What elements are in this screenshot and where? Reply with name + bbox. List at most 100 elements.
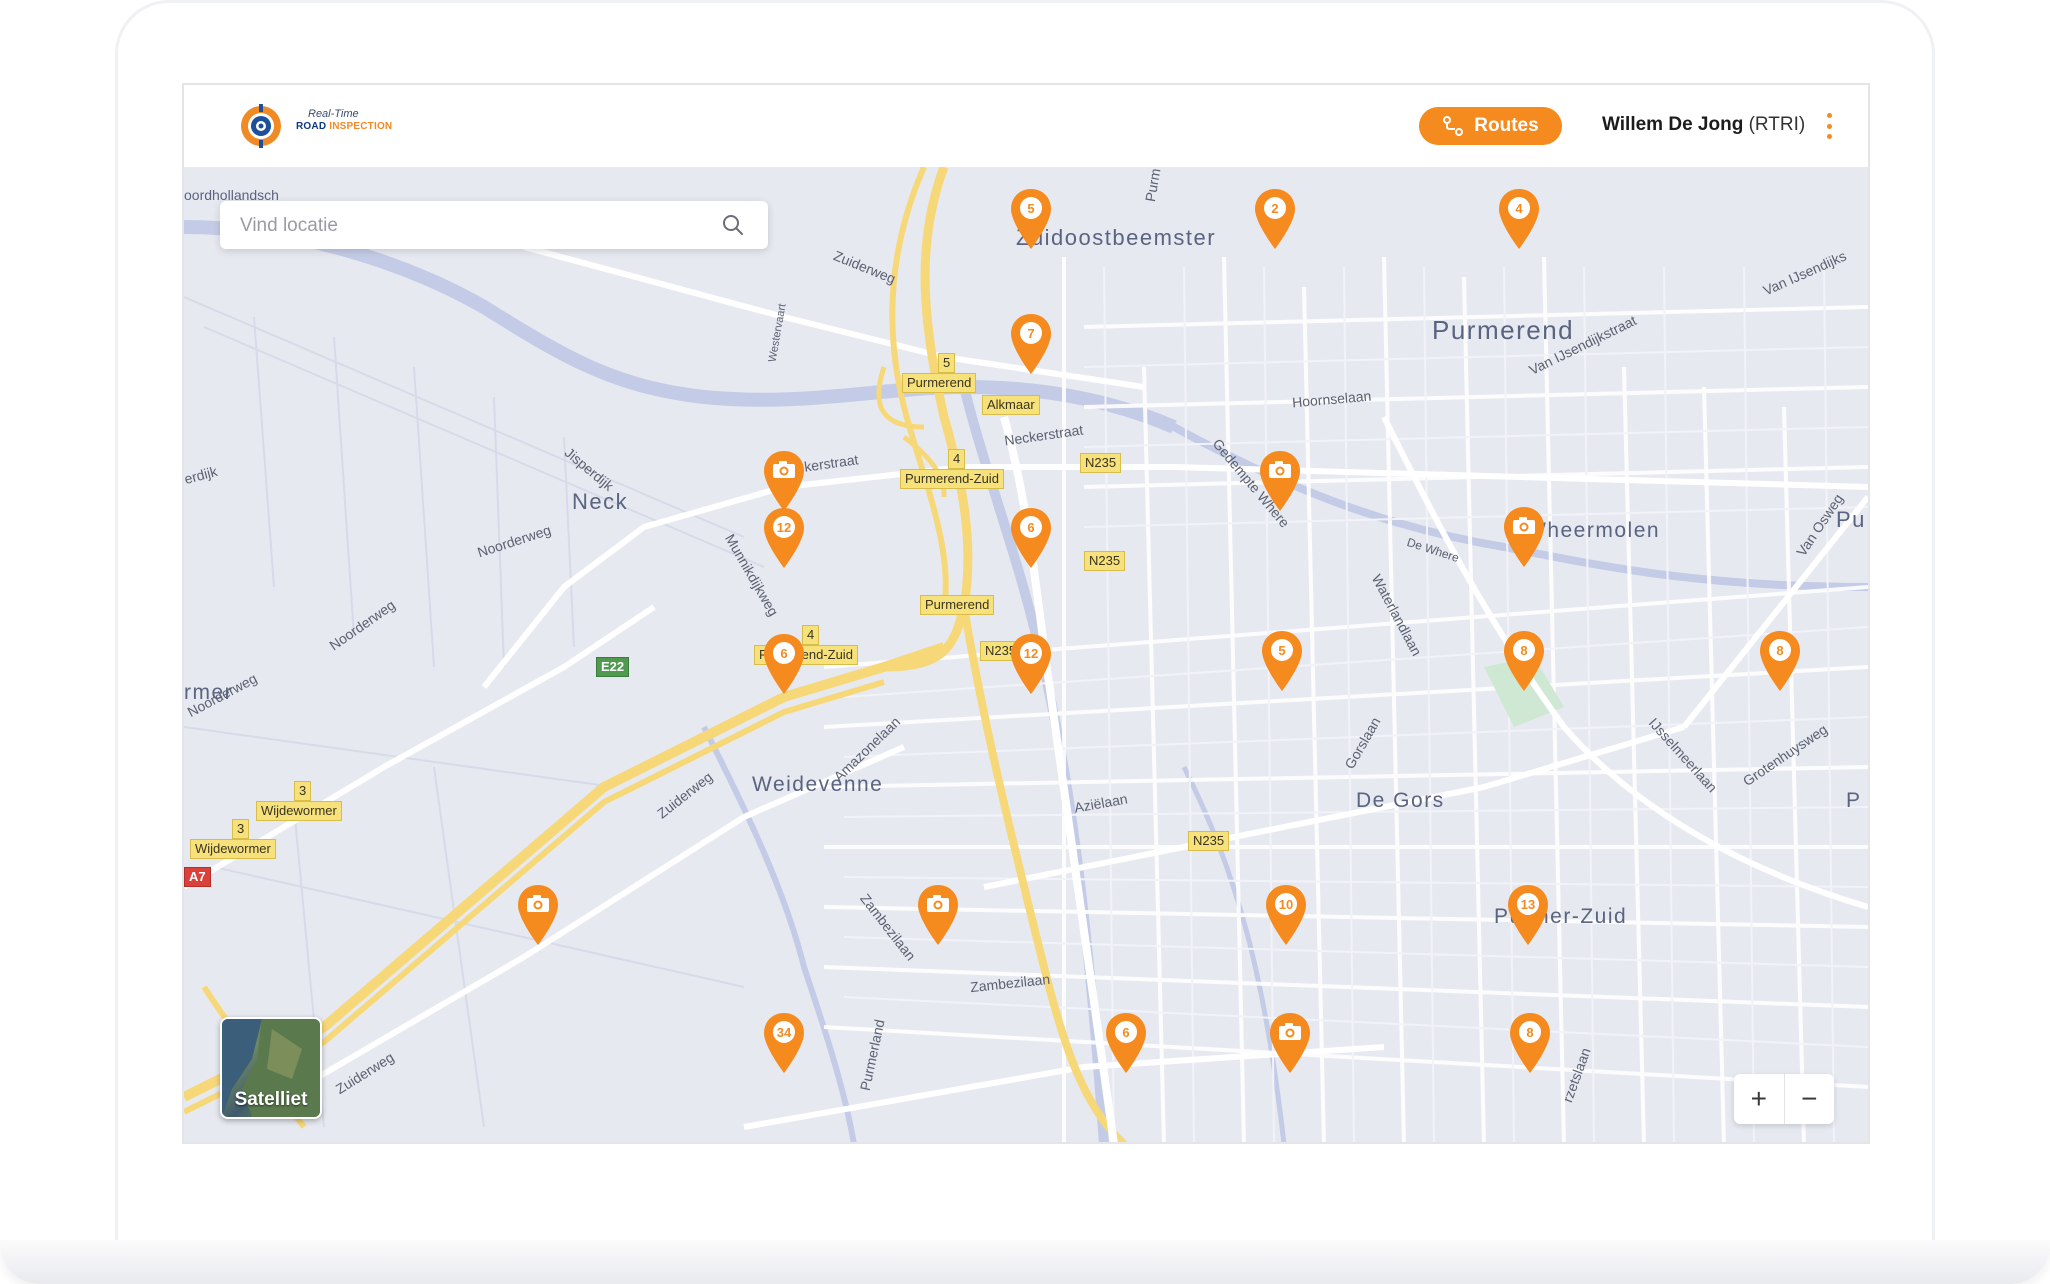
map-pin-icon xyxy=(1262,631,1302,691)
road-shield-purmerend-a: Purmerend xyxy=(902,373,977,393)
more-options-icon[interactable] xyxy=(1824,113,1834,139)
marker-count: 5 xyxy=(1027,201,1035,216)
map-marker-6-purmerend-zuid[interactable]: 6 xyxy=(762,634,806,694)
logo-wordmark: ROAD INSPECTION xyxy=(296,121,392,132)
road-shield-exit-3b: 3 xyxy=(232,819,250,839)
marker-count: 2 xyxy=(1271,201,1279,216)
map-marker-34[interactable]: 34 xyxy=(762,1013,806,1073)
road-shield-wijdewormer-b: Wijdewormer xyxy=(190,839,276,859)
map-pin-icon xyxy=(1499,189,1539,249)
location-search xyxy=(220,201,768,251)
marker-count: 8 xyxy=(1776,643,1784,658)
marker-count: 6 xyxy=(1122,1025,1130,1040)
app-window: Real-Time ROAD INSPECTION Routes Willem … xyxy=(182,83,1870,1144)
logo-icon xyxy=(241,104,281,148)
map-marker-4[interactable]: 4 xyxy=(1497,189,1541,249)
routes-button[interactable]: Routes xyxy=(1419,107,1562,145)
map-marker-7[interactable]: 7 xyxy=(1009,314,1053,374)
road-shield-exit-4a: 4 xyxy=(948,449,966,469)
logo-word-inspection: INSPECTION xyxy=(329,121,393,132)
map-marker-10[interactable]: 10 xyxy=(1264,885,1308,945)
road-shield-a7: A7 xyxy=(184,867,211,887)
road-shield-exit-5: 5 xyxy=(938,353,956,373)
map-pin-icon xyxy=(1255,189,1295,249)
road-shield-e22: E22 xyxy=(596,657,630,677)
marker-count: 12 xyxy=(776,520,792,535)
app-logo[interactable]: Real-Time ROAD INSPECTION xyxy=(238,103,418,149)
map-pin-icon xyxy=(1011,508,1051,568)
map-pin-icon xyxy=(1760,631,1800,691)
camera-marker-zuiderweg[interactable] xyxy=(516,885,560,945)
zoom-control: + − xyxy=(1734,1074,1834,1124)
place-label-purmerend: Purmerend xyxy=(1432,315,1575,345)
place-label-neck: Neck xyxy=(572,489,629,514)
road-shield-n235-d: N235 xyxy=(1188,831,1230,851)
place-label-pu: Pu xyxy=(1836,507,1866,532)
marker-count: 13 xyxy=(1520,897,1536,912)
map-marker-2[interactable]: 2 xyxy=(1253,189,1297,249)
user-role: (RTRI) xyxy=(1748,114,1806,135)
map-marker-6-purmerend[interactable]: 6 xyxy=(1009,508,1053,568)
road-shield-wijdewormer-a: Wijdewormer xyxy=(256,801,342,821)
map-pin-icon xyxy=(1011,634,1051,694)
map-marker-13[interactable]: 13 xyxy=(1506,885,1550,945)
map-marker-6-south[interactable]: 6 xyxy=(1104,1013,1148,1073)
map-marker-8-wheermolen[interactable]: 8 xyxy=(1502,631,1546,691)
map-pin-icon xyxy=(1508,885,1548,945)
camera-icon xyxy=(518,885,558,945)
user-menu[interactable]: Willem De Jong (RTRI) xyxy=(1602,114,1805,136)
satellite-toggle[interactable]: Satelliet xyxy=(220,1017,322,1119)
map-pin-icon xyxy=(1266,885,1306,945)
map-pin-icon xyxy=(1011,314,1051,374)
marker-count: 5 xyxy=(1278,643,1286,658)
route-icon xyxy=(1443,116,1464,136)
map-marker-5-gors[interactable]: 5 xyxy=(1260,631,1304,691)
map-pin-icon xyxy=(1504,631,1544,691)
place-label-de-gors: De Gors xyxy=(1356,789,1445,812)
camera-icon xyxy=(1260,451,1300,511)
marker-count: 8 xyxy=(1526,1025,1534,1040)
marker-count: 7 xyxy=(1027,326,1035,341)
map-marker-12-n235[interactable]: 12 xyxy=(1009,634,1053,694)
camera-icon xyxy=(1270,1013,1310,1073)
routes-label: Routes xyxy=(1474,115,1539,136)
road-shield-alkmaar: Alkmaar xyxy=(982,395,1040,415)
marker-count: 4 xyxy=(1515,201,1523,216)
road-shield-n235-b: N235 xyxy=(1084,551,1126,571)
place-label-weidevenne: Weidevenne xyxy=(752,773,884,796)
camera-icon xyxy=(918,885,958,945)
road-shield-purmerend-zuid-a: Purmerend-Zuid xyxy=(900,469,1004,489)
camera-marker-gedempte-where[interactable] xyxy=(1258,451,1302,511)
camera-marker-weidevenne[interactable] xyxy=(916,885,960,945)
road-shield-n235-a: N235 xyxy=(1080,453,1122,473)
map-pin-icon xyxy=(1106,1013,1146,1073)
camera-marker-kerstraat[interactable] xyxy=(762,451,806,511)
map-marker-12-neck[interactable]: 12 xyxy=(762,508,806,568)
marker-count: 6 xyxy=(780,646,788,661)
laptop-base xyxy=(0,1240,2050,1284)
map-marker-5-zuidoostbeemster[interactable]: 5 xyxy=(1009,189,1053,249)
map-pin-icon xyxy=(764,1013,804,1073)
map-canvas[interactable]: oordhollandsch Zuidoostbeemster Purmeren… xyxy=(184,167,1868,1142)
camera-marker-wheermolen[interactable] xyxy=(1502,507,1546,567)
zoom-out-button[interactable]: − xyxy=(1785,1074,1835,1124)
place-label-p: P xyxy=(1846,789,1862,812)
search-input[interactable] xyxy=(238,201,712,251)
road-shield-exit-3a: 3 xyxy=(294,781,312,801)
map-pin-icon xyxy=(1011,189,1051,249)
marker-count: 34 xyxy=(776,1025,792,1040)
logo-word-road: ROAD xyxy=(296,121,327,132)
camera-icon xyxy=(764,451,804,511)
map-pin-icon xyxy=(764,634,804,694)
zoom-in-button[interactable]: + xyxy=(1734,1074,1785,1124)
map-pin-icon xyxy=(1510,1013,1550,1073)
marker-count: 6 xyxy=(1027,520,1035,535)
camera-icon xyxy=(1504,507,1544,567)
satellite-label: Satelliet xyxy=(234,1089,308,1110)
marker-count: 12 xyxy=(1023,646,1039,661)
map-pin-icon xyxy=(764,508,804,568)
map-marker-8-east[interactable]: 8 xyxy=(1758,631,1802,691)
search-icon[interactable] xyxy=(722,214,744,236)
map-marker-8-south[interactable]: 8 xyxy=(1508,1013,1552,1073)
camera-marker-south[interactable] xyxy=(1268,1013,1312,1073)
